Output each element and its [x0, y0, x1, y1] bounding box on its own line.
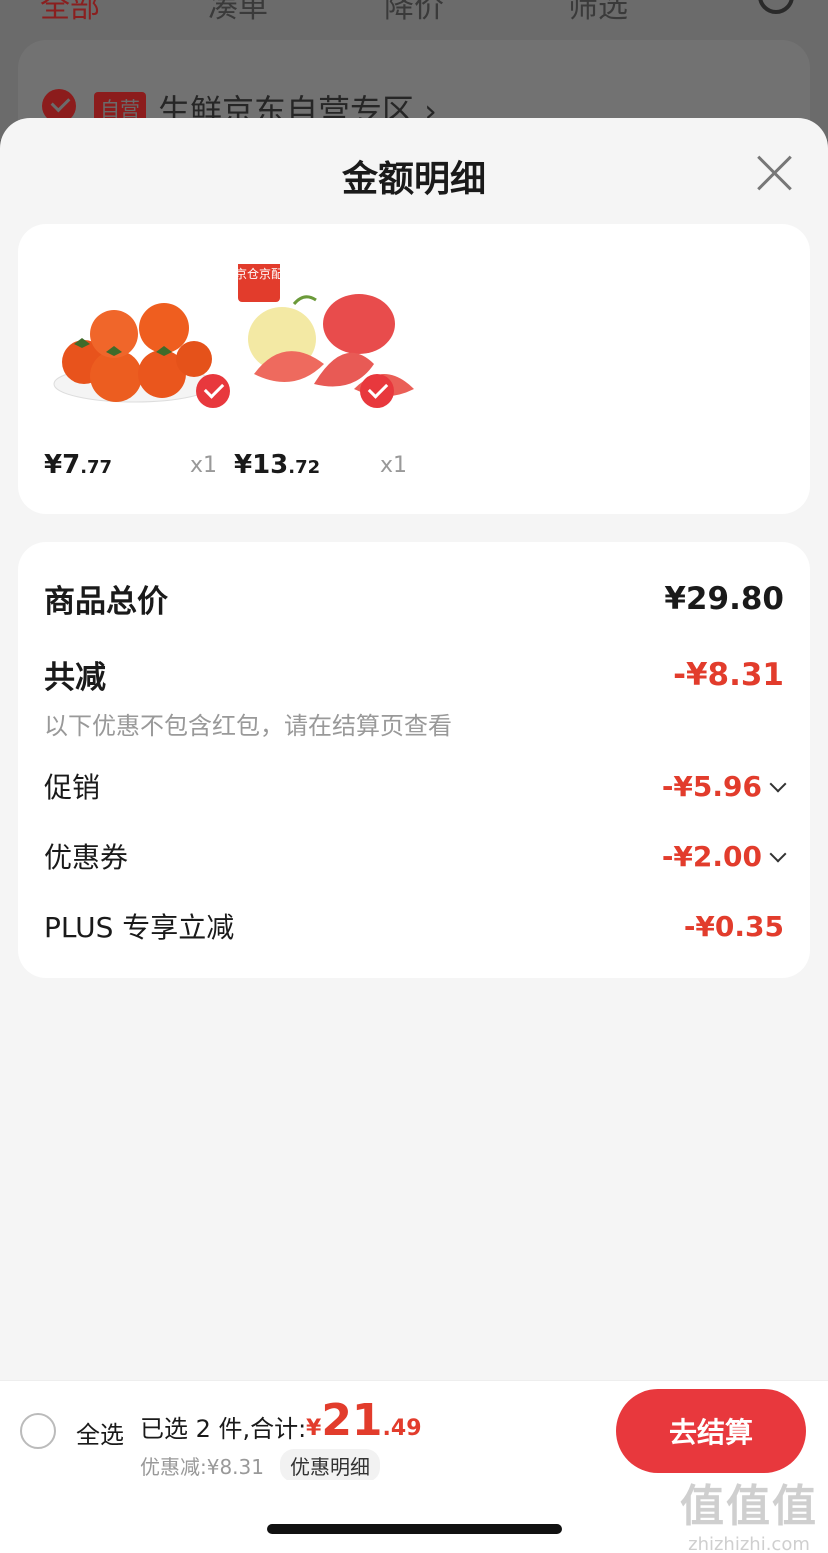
tab-price-drop: 降价: [384, 0, 444, 25]
total-label: 商品总价: [44, 584, 168, 620]
checkout-button[interactable]: 去结算: [616, 1389, 806, 1473]
discount-text: 优惠减:¥8.31: [140, 1455, 264, 1479]
discount-detail-button[interactable]: 优惠明细: [280, 1449, 380, 1482]
jd-warehouse-badge: 京仓京配: [235, 267, 283, 281]
total-value: ¥29.80: [664, 580, 784, 617]
promo-value-wrap: -¥5.96: [661, 769, 787, 803]
goods-card: ¥7.77 x1 京仓京配 ¥13.72 x1: [18, 224, 810, 514]
tab-bundle: 凑单: [208, 0, 268, 25]
tab-all: 全部: [40, 0, 100, 25]
plus-row: PLUS 专享立减 -¥0.35: [44, 906, 784, 946]
coupon-label: 优惠券: [44, 841, 129, 874]
background-tabs: 全部 凑单 降价 筛选: [0, 0, 828, 25]
item-check-icon[interactable]: [196, 374, 230, 408]
plus-label: PLUS 专享立减: [44, 911, 235, 944]
checkout-bar: 全选 已选 2 件,合计: ¥21.49 优惠减:¥8.31 优惠明细 去结算: [0, 1380, 828, 1482]
tab-filter: 筛选: [568, 0, 628, 25]
promo-row[interactable]: 促销 -¥5.96: [44, 766, 787, 806]
select-all-radio[interactable]: [20, 1413, 56, 1449]
chevron-down-icon[interactable]: [769, 775, 787, 792]
promo-label: 促销: [44, 771, 101, 804]
item-quantity: x1: [190, 453, 218, 478]
price-summary-card: 商品总价 ¥29.80 共减 -¥8.31 以下优惠不包含红包，请在结算页查看 …: [18, 542, 810, 978]
item-check-icon[interactable]: [360, 374, 394, 408]
watermark-logo: 值值值: [680, 1481, 818, 1532]
watermark-url: zhizhizhi.com: [688, 1534, 810, 1553]
home-indicator[interactable]: [267, 1524, 562, 1534]
close-icon[interactable]: [756, 154, 792, 190]
amount-detail-sheet: 金额明细 ¥7.77 x1 京仓京配 ¥13.72 x1 商品总价 ¥29.80…: [0, 118, 828, 1380]
reduce-label: 共减: [44, 660, 106, 696]
reduce-row: 共减 -¥8.31: [44, 652, 784, 697]
total-row: 商品总价 ¥29.80: [44, 576, 784, 621]
coupon-value: -¥2.00: [661, 839, 762, 873]
select-all-label[interactable]: 全选: [76, 1415, 124, 1450]
persimmon-image: [53, 303, 215, 403]
selected-count: 已选 2 件,合计:: [140, 1415, 307, 1443]
total-amount: ¥21.49: [306, 1395, 422, 1446]
coupon-row[interactable]: 优惠券 -¥2.00: [44, 836, 787, 876]
chevron-down-icon[interactable]: [769, 845, 787, 862]
item-price: ¥13.72: [234, 450, 321, 480]
coupon-value-wrap: -¥2.00: [661, 839, 787, 873]
discount-note: 以下优惠不包含红包，请在结算页查看: [44, 712, 452, 740]
plus-value: -¥0.35: [683, 909, 784, 943]
watermark: 值值值 zhizhizhi.com: [680, 1470, 818, 1553]
item-quantity: x1: [380, 453, 408, 478]
promo-value: -¥5.96: [661, 769, 762, 803]
item-price: ¥7.77: [44, 450, 113, 480]
reduce-value: -¥8.31: [673, 656, 784, 693]
sheet-title: 金额明细: [341, 159, 486, 200]
